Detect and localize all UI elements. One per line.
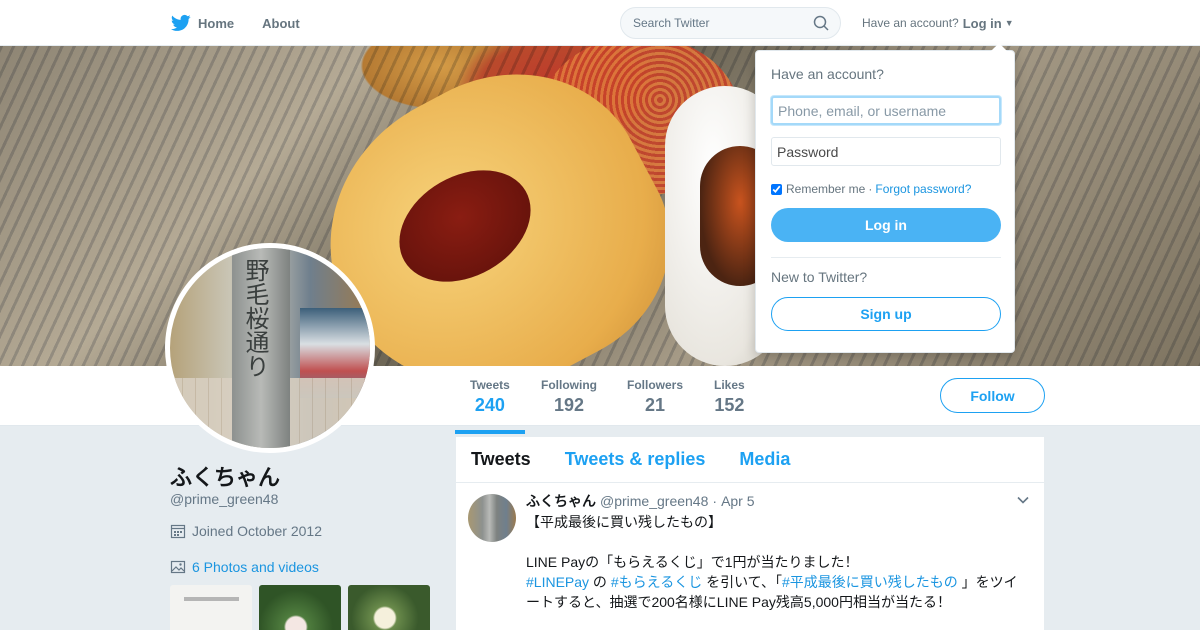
tab-media[interactable]: Media xyxy=(739,449,790,470)
stat-value: 152 xyxy=(714,395,745,415)
about-link[interactable]: About xyxy=(262,16,300,31)
profile-avatar[interactable]: 野毛桜通り xyxy=(165,243,375,453)
joined-text: Joined October 2012 xyxy=(192,523,322,539)
tweet-header: ふくちゃん @prime_green48 · Apr 5 xyxy=(526,491,1029,511)
avatar-pillar-text: 野毛桜通り xyxy=(241,258,269,378)
profile-name[interactable]: ふくちゃん xyxy=(170,460,280,492)
photo-thumbnail[interactable] xyxy=(348,585,430,630)
tweet-text: 【平成最後に買い残したもの】 LINE Payの「もらえるくじ」で1円が当たりま… xyxy=(526,512,1031,612)
dropdown-divider xyxy=(771,257,1001,258)
search-input[interactable] xyxy=(621,8,801,38)
password-field[interactable] xyxy=(771,137,1001,166)
stat-following[interactable]: Following 192 xyxy=(541,378,597,416)
tweet[interactable]: ふくちゃん @prime_green48 · Apr 5 【平成最後に買い残した… xyxy=(456,483,1044,612)
remember-separator: · xyxy=(868,182,873,196)
have-account-text: Have an account? xyxy=(862,16,959,30)
login-dropdown-toggle[interactable]: Log in ▼ xyxy=(963,16,1014,31)
caret-down-icon: ▼ xyxy=(1004,18,1014,28)
stat-value: 240 xyxy=(474,395,505,415)
tweet-line: LINE Payの「もらえるくじ」で1円が当たりました！ xyxy=(526,554,859,570)
remember-me-label[interactable]: Remember me xyxy=(786,182,865,196)
photo-icon xyxy=(170,560,186,574)
tab-tweets[interactable]: Tweets xyxy=(471,449,531,470)
tweet-line: 【平成最後に買い残したもの】 xyxy=(526,514,722,530)
stat-label: Followers xyxy=(627,378,684,392)
login-toggle-label: Log in xyxy=(962,15,1002,31)
hashtag-link[interactable]: #LINEPay xyxy=(526,574,589,590)
follow-button[interactable]: Follow xyxy=(940,378,1045,413)
stat-value: 192 xyxy=(553,395,585,415)
login-prompt: Have an account? Log in ▼ xyxy=(862,0,1014,46)
tweet-text-fragment: 」をツイ xyxy=(957,574,1018,590)
signup-button[interactable]: Sign up xyxy=(771,297,1001,331)
tweet-avatar[interactable] xyxy=(468,494,516,542)
photos-videos-link[interactable]: 6 Photos and videos xyxy=(170,559,319,575)
tab-tweets-and-replies[interactable]: Tweets & replies xyxy=(565,449,706,470)
stat-likes[interactable]: Likes 152 xyxy=(714,378,745,416)
stat-label: Tweets xyxy=(470,378,510,392)
top-navigation-bar: Home About Have an account? Log in ▼ xyxy=(0,0,1200,46)
photo-thumbnail[interactable] xyxy=(259,585,341,630)
tweet-separator: · xyxy=(712,493,718,509)
tweet-line: ートすると、抽選で200名様にLINE Pay残高5,000円相当が当たる！ xyxy=(526,594,951,610)
username-field[interactable] xyxy=(771,96,1001,125)
stat-label: Likes xyxy=(714,378,745,392)
home-label: Home xyxy=(198,15,235,31)
search-box xyxy=(620,7,841,39)
twitter-bird-icon xyxy=(171,14,191,31)
tweet-text-fragment: を引いて、「 xyxy=(702,574,782,590)
tweet-text-fragment: の xyxy=(589,574,611,590)
tweet-author-handle[interactable]: @prime_green48 xyxy=(600,493,708,509)
search-icon[interactable] xyxy=(813,15,829,31)
chevron-down-icon[interactable] xyxy=(1016,493,1030,507)
nav-left-group: Home About xyxy=(170,0,300,46)
timeline: Tweets Tweets & replies Media ふくちゃん @pri… xyxy=(456,437,1044,630)
photos-videos-label: 6 Photos and videos xyxy=(192,559,319,575)
stat-followers[interactable]: Followers 21 xyxy=(627,378,683,416)
remember-me-row: Remember me · Forgot password? xyxy=(771,182,999,196)
tweet-line: #LINEPay の #もらえるくじ を引いて、「#平成最後に買い残したもの 」… xyxy=(526,572,1031,592)
login-dropdown-title: Have an account? xyxy=(771,66,884,82)
profile-handle: @prime_green48 xyxy=(170,491,279,507)
new-to-twitter-text: New to Twitter? xyxy=(771,269,868,285)
stat-tweets[interactable]: Tweets 240 xyxy=(455,378,525,434)
home-link[interactable]: Home xyxy=(170,13,234,33)
joined-date: Joined October 2012 xyxy=(170,523,322,539)
login-dropdown: Have an account? Remember me · Forgot pa… xyxy=(755,43,1015,353)
timeline-tabs: Tweets Tweets & replies Media xyxy=(456,437,1044,483)
hashtag-link[interactable]: #もらえるくじ xyxy=(611,574,702,590)
stat-label: Following xyxy=(541,378,597,392)
hashtag-link[interactable]: #平成最後に買い残したもの xyxy=(782,574,958,590)
remember-me-checkbox[interactable] xyxy=(771,183,782,195)
thumbnail-text-line xyxy=(184,597,239,601)
login-button[interactable]: Log in xyxy=(771,208,1001,242)
forgot-password-link[interactable]: Forgot password? xyxy=(875,182,971,196)
stat-value: 21 xyxy=(644,395,666,415)
calendar-icon xyxy=(170,524,186,539)
tweet-author-name[interactable]: ふくちゃん xyxy=(526,491,596,511)
tweet-timestamp[interactable]: Apr 5 xyxy=(721,493,754,509)
photo-thumbnail[interactable] xyxy=(170,585,252,630)
